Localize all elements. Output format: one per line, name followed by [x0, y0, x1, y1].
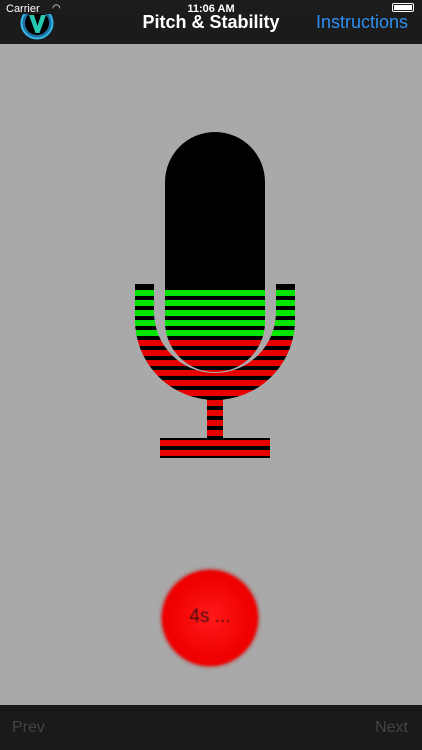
- next-button[interactable]: Next: [375, 719, 408, 737]
- record-button[interactable]: [162, 570, 258, 666]
- prev-button[interactable]: Prev: [12, 719, 45, 737]
- bottom-toolbar: Prev Next: [0, 705, 422, 750]
